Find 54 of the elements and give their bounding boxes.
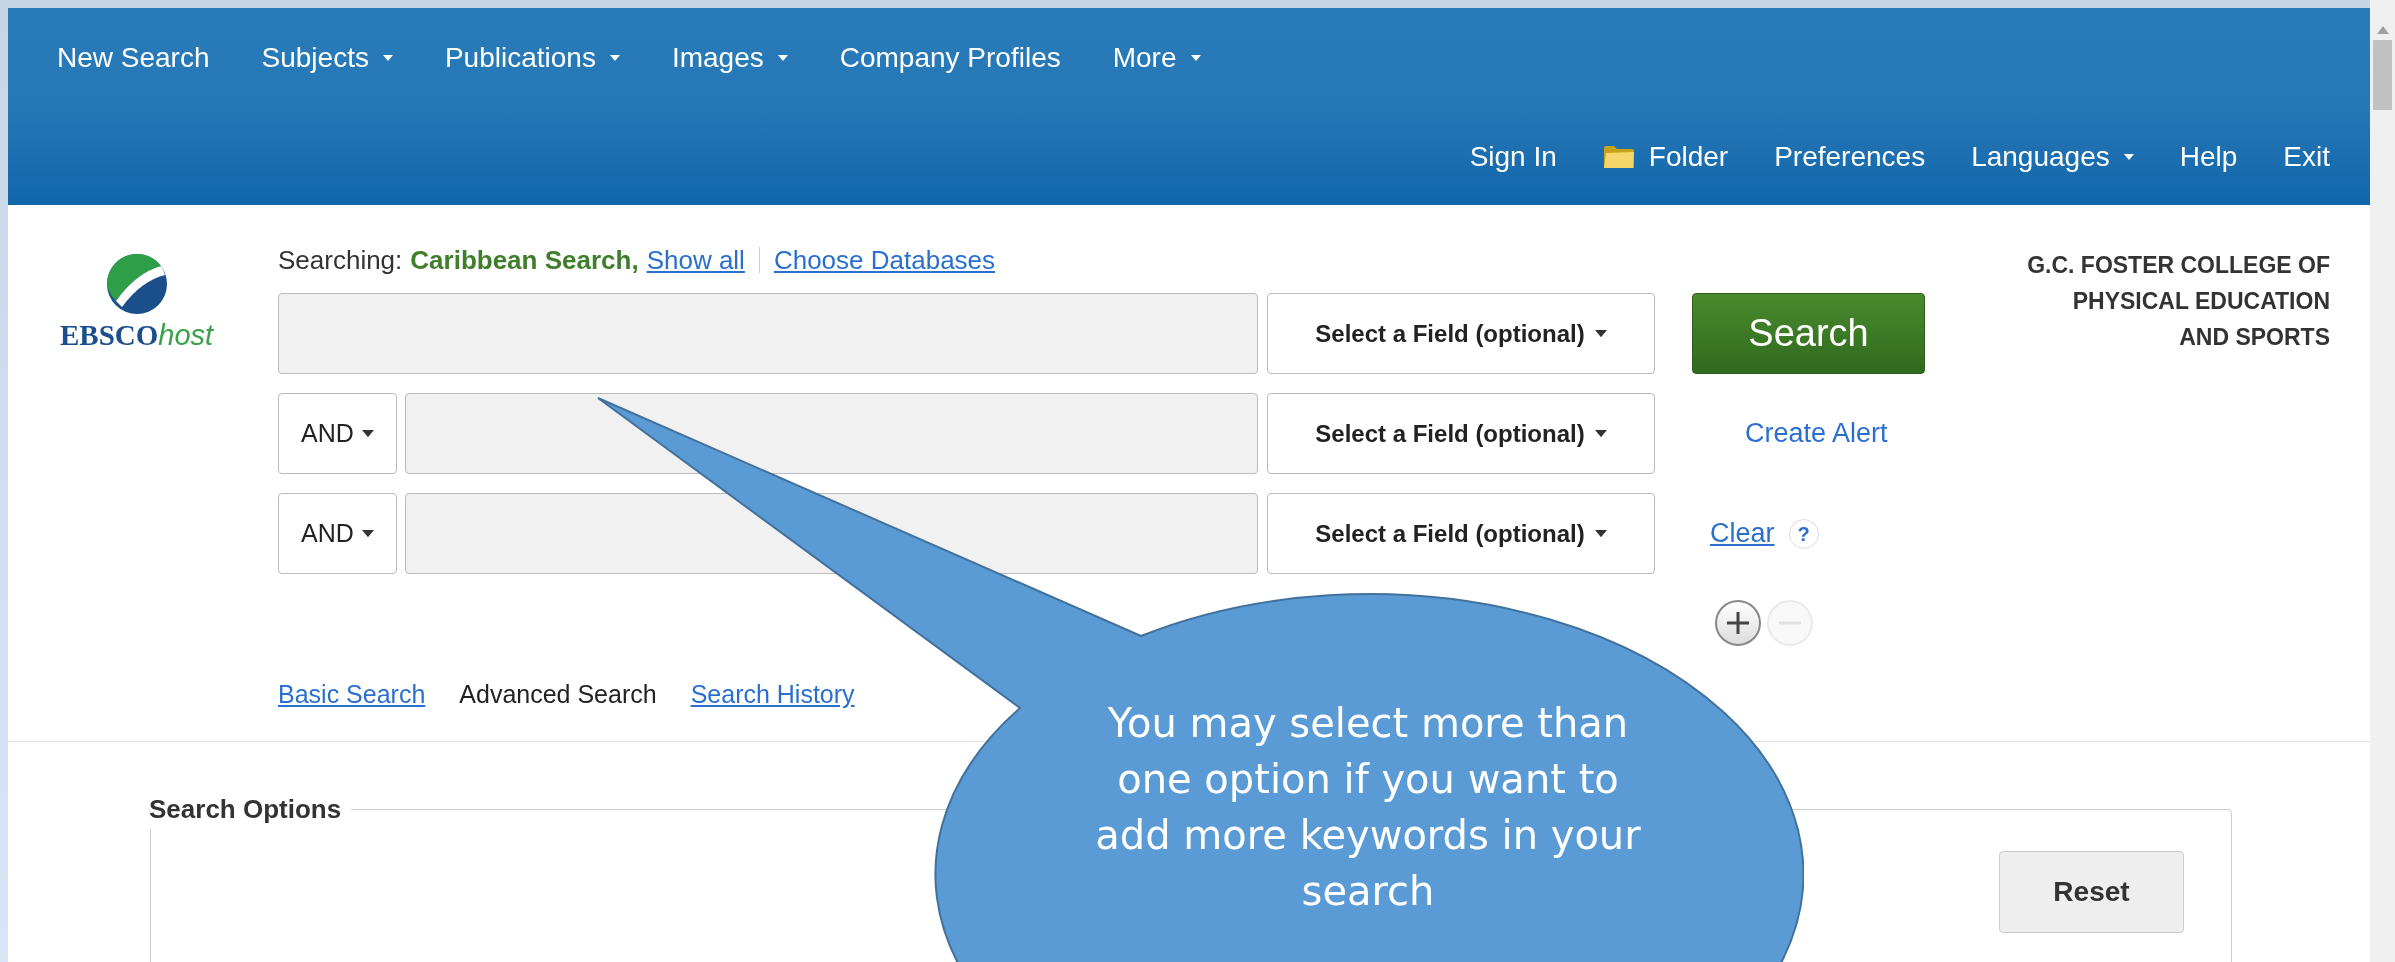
choose-databases-link[interactable]: Choose Databases: [773, 240, 996, 280]
nav-link[interactable]: Exit: [2283, 135, 2330, 178]
institution-name: G.C. FOSTER COLLEGE OF: [2027, 251, 2330, 280]
caret-icon: [609, 55, 620, 61]
caret-icon: [2123, 153, 2134, 160]
caret-icon: [361, 529, 374, 538]
institution-name: PHYSICAL EDUCATION: [2072, 287, 2330, 316]
scroll-up-icon[interactable]: [2376, 26, 2389, 34]
logo-text: EBSCOhost: [60, 321, 214, 350]
nav-link[interactable]: Images: [671, 37, 788, 79]
clear-link[interactable]: Clear: [1710, 513, 1775, 554]
caret-icon: [1594, 529, 1607, 538]
show-all-link[interactable]: Show all: [646, 240, 745, 280]
search-mode-link[interactable]: Search History: [690, 676, 855, 714]
logo-icon: [105, 253, 168, 315]
caret-icon: [382, 55, 393, 61]
institution-name: AND SPORTS: [2179, 323, 2330, 352]
nav-link[interactable]: Publications: [444, 37, 620, 79]
operator-select[interactable]: AND: [278, 393, 397, 474]
caret-icon: [1190, 55, 1201, 61]
caret-icon: [777, 55, 788, 61]
operator-select[interactable]: AND: [278, 493, 397, 574]
searching-label: Searching:: [278, 243, 403, 277]
field-select[interactable]: Select a Field (optional): [1267, 393, 1655, 474]
plus-icon: [1725, 610, 1751, 636]
nav-link[interactable]: More: [1112, 37, 1201, 79]
create-alert-link[interactable]: Create Alert: [1745, 413, 1888, 454]
caret-icon: [1594, 429, 1607, 438]
scrollbar-thumb[interactable]: [2373, 40, 2392, 110]
nav-link[interactable]: Subjects: [261, 37, 393, 79]
nav-link[interactable]: Help: [2179, 135, 2238, 178]
add-row-button[interactable]: [1715, 600, 1761, 646]
scrollbar[interactable]: [2370, 0, 2395, 962]
nav-link[interactable]: Languages: [1971, 135, 2134, 178]
field-select[interactable]: Select a Field (optional): [1267, 293, 1655, 374]
section-title: Search Options: [149, 793, 343, 826]
folder-icon: [1602, 143, 1635, 170]
nav-link[interactable]: Company Profiles: [839, 37, 1061, 79]
field-select[interactable]: Select a Field (optional): [1267, 493, 1655, 574]
caret-icon: [1594, 329, 1607, 338]
search-input[interactable]: [405, 393, 1258, 474]
nav-link[interactable]: Folder: [1602, 135, 1729, 178]
search-mode-link[interactable]: Basic Search: [278, 676, 426, 714]
callout-text: You may select more than one option if you want to add more keywords in your search: [1094, 699, 1642, 916]
help-icon[interactable]: ?: [1788, 518, 1819, 549]
search-button[interactable]: Search: [1692, 293, 1925, 374]
search-mode-link[interactable]: Advanced Search: [459, 676, 657, 714]
reset-button[interactable]: Reset: [1999, 851, 2184, 933]
search-input[interactable]: [278, 293, 1258, 374]
nav-link[interactable]: New Search: [57, 37, 210, 79]
nav-link[interactable]: Preferences: [1774, 135, 1926, 178]
database-name: Caribbean Search,: [410, 243, 639, 277]
caret-icon: [361, 429, 374, 438]
nav-link[interactable]: Sign In: [1469, 135, 1557, 178]
